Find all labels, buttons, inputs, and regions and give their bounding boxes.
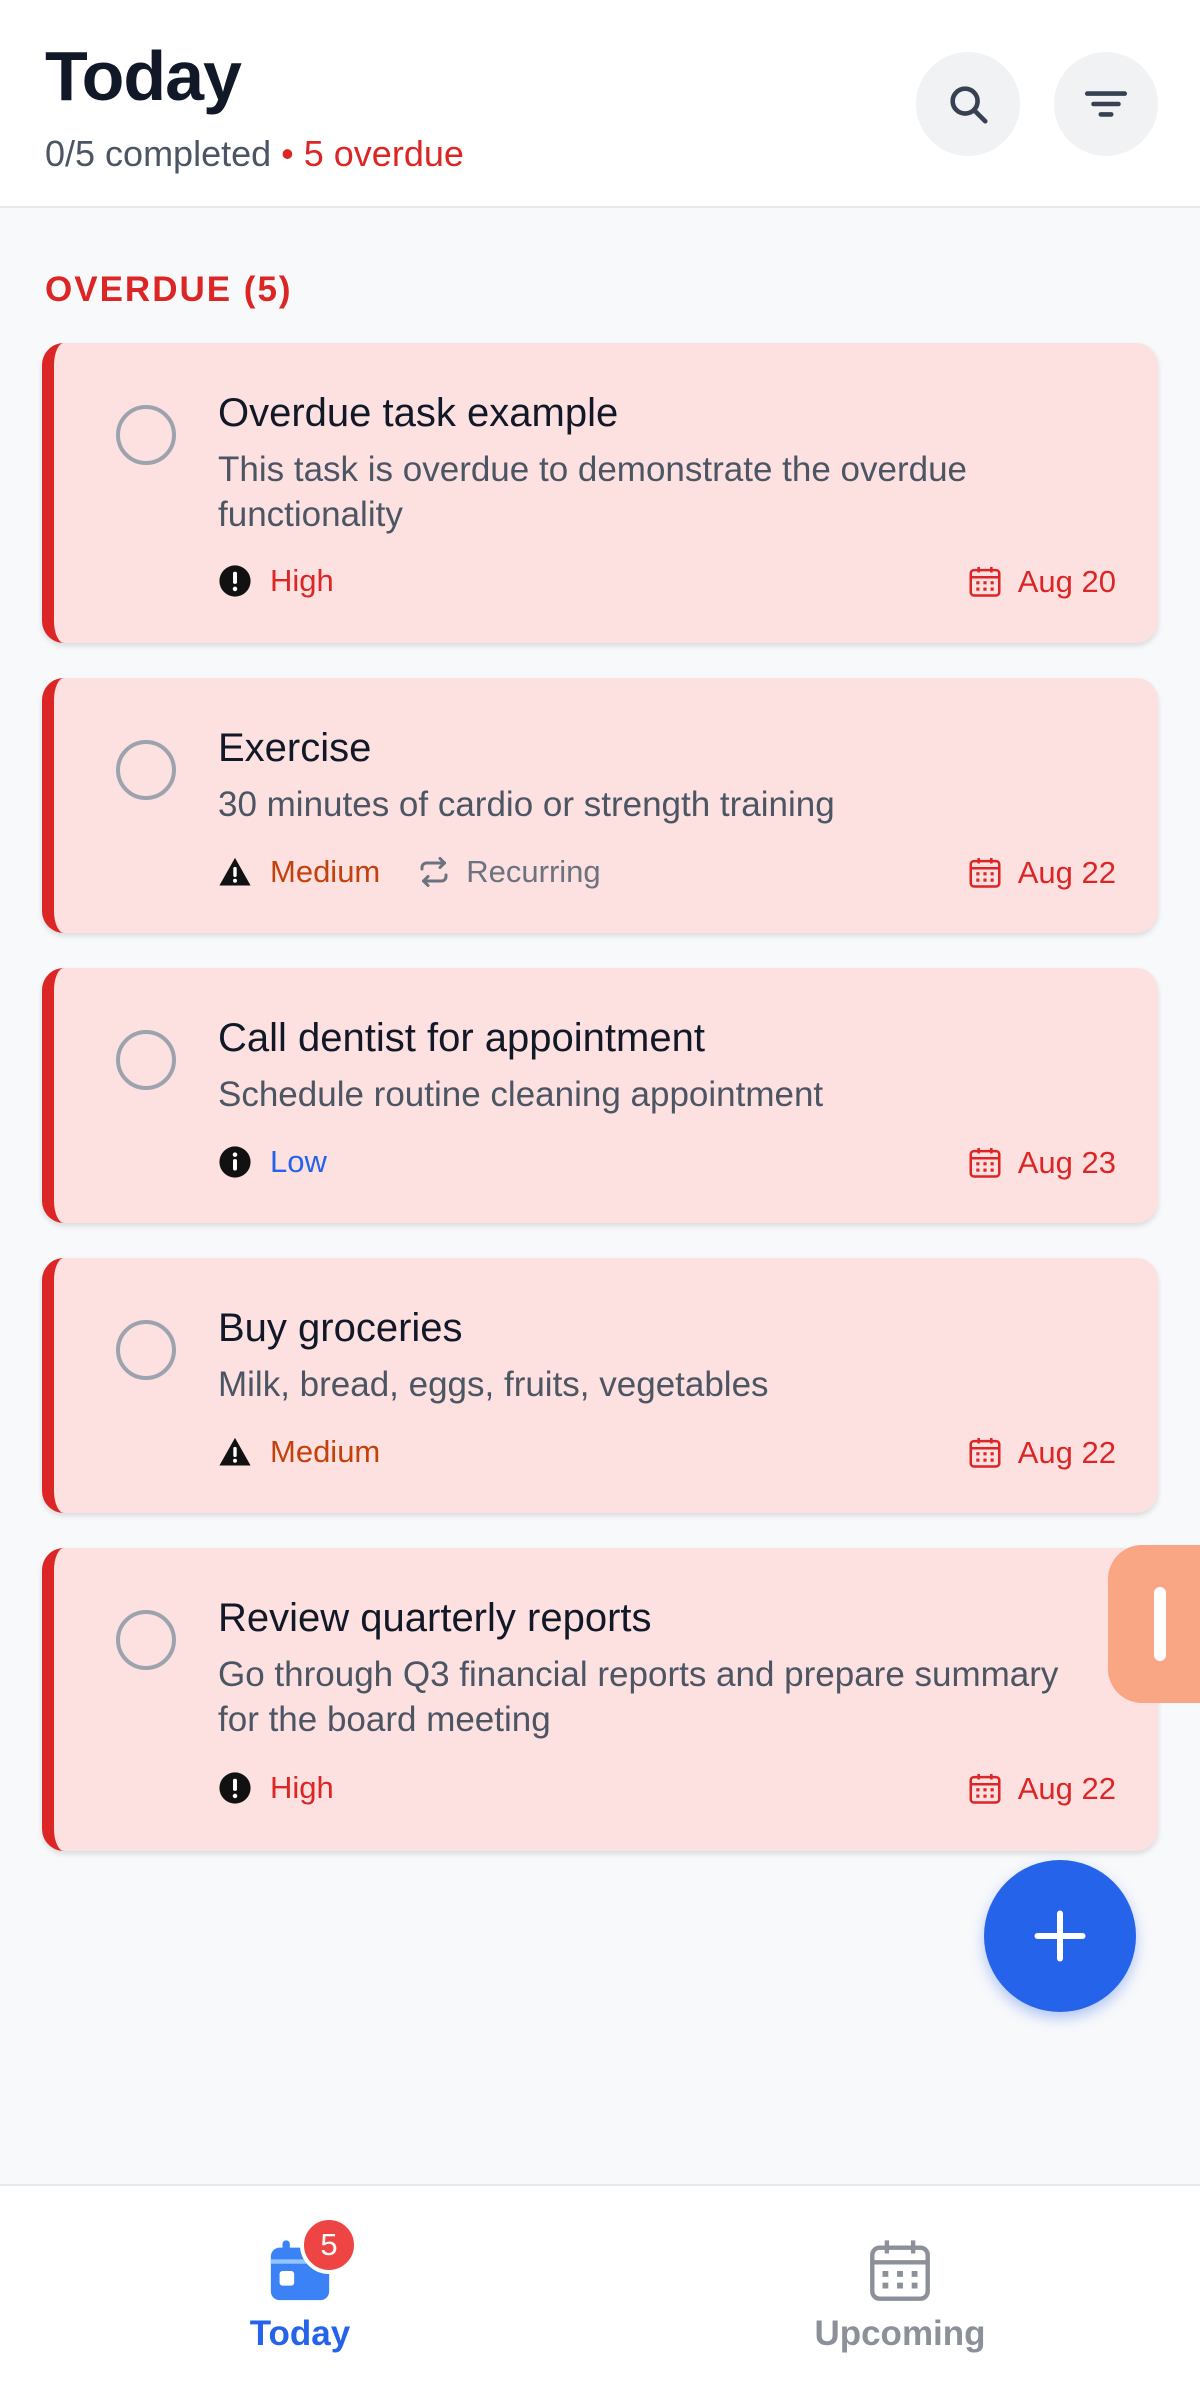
add-task-button[interactable] <box>984 1860 1136 2012</box>
priority-label: Low <box>270 1144 327 1179</box>
task-title: Overdue task example <box>218 391 619 435</box>
task-description: This task is overdue to demonstrate the … <box>218 450 968 534</box>
plus-icon <box>1034 1910 1086 1962</box>
task-meta: High <box>218 563 334 599</box>
exclamation-circle-icon <box>218 1771 252 1805</box>
due-date-label: Aug 23 <box>1017 1145 1116 1180</box>
section-header-overdue: OVERDUE (5) <box>45 270 293 309</box>
task-checkbox[interactable] <box>116 1610 176 1670</box>
completed-count: 0/5 completed <box>45 133 272 174</box>
calendar-icon <box>969 566 1001 597</box>
task-card[interactable]: Exercise 30 minutes of cardio or strengt… <box>42 678 1158 933</box>
priority-label: Medium <box>270 854 381 889</box>
due-date: Aug 22 <box>966 854 1116 892</box>
task-card[interactable]: Call dentist for appointment Schedule ro… <box>42 968 1158 1223</box>
task-description: Schedule routine cleaning appointment <box>218 1075 824 1114</box>
due-date-label: Aug 20 <box>1017 564 1116 599</box>
task-description: 30 minutes of cardio or strength trainin… <box>218 785 835 824</box>
task-title: Review quarterly reports <box>218 1596 652 1640</box>
task-card[interactable]: Review quarterly reports Go through Q3 f… <box>42 1548 1158 1851</box>
recurring-label: Recurring <box>466 854 601 889</box>
due-date-label: Aug 22 <box>1017 855 1116 890</box>
filter-button[interactable] <box>1054 52 1158 156</box>
calendar-icon <box>969 1437 1001 1468</box>
due-date: Aug 22 <box>966 1434 1116 1472</box>
search-icon <box>950 86 988 124</box>
recurring-indicator: Recurring <box>416 854 601 890</box>
info-circle-icon <box>218 1145 252 1179</box>
warning-triangle-icon <box>218 1435 252 1469</box>
task-description: Milk, bread, eggs, fruits, vegetables <box>218 1365 769 1404</box>
nav-label-upcoming: Upcoming <box>814 2314 986 2353</box>
side-drawer-handle[interactable] <box>1108 1545 1200 1703</box>
overdue-badge: 5 <box>300 2216 358 2274</box>
task-card[interactable]: Buy groceries Milk, bread, eggs, fruits,… <box>42 1258 1158 1513</box>
task-checkbox[interactable] <box>116 1320 176 1380</box>
priority-label: High <box>270 1770 334 1805</box>
due-date: Aug 23 <box>966 1144 1116 1182</box>
task-description: Go through Q3 financial reports and prep… <box>218 1655 1059 1739</box>
task-meta: Medium <box>218 1434 380 1470</box>
exclamation-circle-icon <box>218 564 252 598</box>
handle-grip <box>1154 1587 1166 1661</box>
task-title: Buy groceries <box>218 1306 463 1350</box>
due-date: Aug 20 <box>966 563 1116 601</box>
task-checkbox[interactable] <box>116 405 176 465</box>
task-checkbox[interactable] <box>116 740 176 800</box>
overdue-count: 5 overdue <box>303 133 464 174</box>
task-meta: High <box>218 1770 334 1806</box>
due-date-label: Aug 22 <box>1017 1435 1116 1470</box>
calendar-icon <box>969 1773 1001 1804</box>
task-meta: Medium Recurring <box>218 854 601 890</box>
separator-dot: • <box>281 133 294 174</box>
priority-label: Medium <box>270 1434 381 1469</box>
repeat-icon <box>420 857 448 887</box>
bottom-navigation: 5 Today Upcoming <box>0 2184 1200 2389</box>
task-checkbox[interactable] <box>116 1030 176 1090</box>
nav-tab-upcoming[interactable]: Upcoming <box>600 2186 1200 2389</box>
due-date: Aug 22 <box>966 1770 1116 1808</box>
app-header: Today 0/5 completed • 5 overdue <box>0 0 1200 208</box>
task-title: Call dentist for appointment <box>218 1016 705 1060</box>
progress-summary: 0/5 completed • 5 overdue <box>45 133 464 175</box>
page-title: Today <box>45 37 242 115</box>
filter-icon <box>1084 91 1128 117</box>
calendar-icon <box>870 2240 930 2301</box>
task-card[interactable]: Overdue task example This task is overdu… <box>42 343 1158 643</box>
warning-triangle-icon <box>218 855 252 889</box>
priority-label: High <box>270 563 334 598</box>
search-button[interactable] <box>916 52 1020 156</box>
nav-tab-today[interactable]: 5 Today <box>0 2186 600 2389</box>
nav-label-today: Today <box>249 2314 351 2353</box>
calendar-icon <box>969 1147 1001 1178</box>
task-title: Exercise <box>218 726 372 770</box>
calendar-icon <box>969 857 1001 888</box>
task-meta: Low <box>218 1144 327 1180</box>
due-date-label: Aug 22 <box>1017 1771 1116 1806</box>
